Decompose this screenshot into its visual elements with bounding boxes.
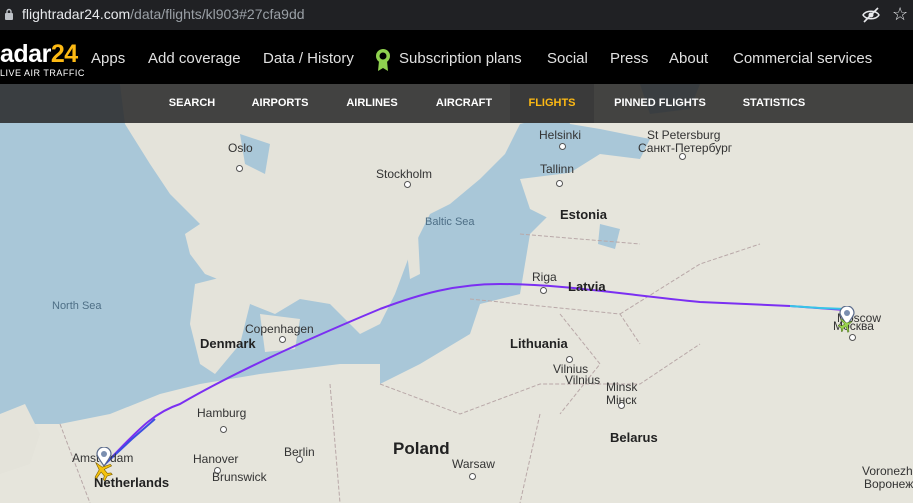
label-minsk: Minsk bbox=[606, 380, 638, 394]
nav-social[interactable]: Social bbox=[547, 50, 588, 67]
logo-text: adar bbox=[0, 40, 51, 68]
label-stockholm: Stockholm bbox=[376, 167, 433, 181]
nav-about[interactable]: About bbox=[669, 50, 708, 67]
label-baltic-sea: Baltic Sea bbox=[425, 216, 475, 228]
label-helsinki: Helsinki bbox=[539, 128, 582, 142]
nav-apps[interactable]: Apps bbox=[91, 50, 125, 67]
url-path: /data/flights/kl903#27cfa9dd bbox=[130, 6, 305, 22]
nav-subscription-plans[interactable]: Subscription plans bbox=[399, 50, 522, 67]
nav-add-coverage[interactable]: Add coverage bbox=[148, 50, 241, 67]
label-belarus: Belarus bbox=[610, 430, 658, 445]
subscription-award-icon bbox=[376, 49, 390, 71]
label-st-petersburg: St Petersburg bbox=[647, 128, 721, 142]
city-dot-hamburg bbox=[220, 426, 227, 433]
secondary-navigation-bar: SEARCH AIRPORTS AIRLINES AIRCRAFT FLIGHT… bbox=[0, 84, 913, 123]
label-hanover: Hanover bbox=[193, 452, 239, 466]
label-berlin: Berlin bbox=[284, 445, 315, 459]
city-dot-oslo bbox=[236, 165, 243, 172]
city-dot-helsinki bbox=[559, 143, 566, 150]
label-riga: Riga bbox=[532, 270, 557, 284]
flightradar24-logo[interactable]: adar24 bbox=[0, 40, 78, 68]
city-dot-stockholm bbox=[404, 181, 411, 188]
subnav-airlines[interactable]: AIRLINES bbox=[334, 84, 410, 123]
nav-press[interactable]: Press bbox=[610, 50, 648, 67]
label-lithuania: Lithuania bbox=[510, 336, 568, 351]
nav-data-history[interactable]: Data / History bbox=[263, 50, 354, 67]
city-dot-riga bbox=[540, 287, 547, 294]
label-voronezh-ru: Воронеж bbox=[864, 477, 913, 491]
label-estonia: Estonia bbox=[560, 207, 607, 222]
subnav-search[interactable]: SEARCH bbox=[156, 84, 228, 123]
label-denmark: Denmark bbox=[200, 336, 256, 351]
label-hamburg: Hamburg bbox=[197, 406, 247, 420]
city-dot-warsaw bbox=[469, 473, 476, 480]
label-vilnius-alt: Vilnius bbox=[565, 373, 601, 387]
subnav-pinned-flights[interactable]: PINNED FLIGHTS bbox=[604, 84, 716, 123]
label-brunswick: Brunswick bbox=[212, 470, 267, 484]
logo-tagline: LIVE AIR TRAFFIC bbox=[0, 68, 85, 78]
label-st-petersburg-ru: Санкт-Петербург bbox=[638, 141, 733, 155]
city-dot-tallinn bbox=[556, 180, 563, 187]
url-text[interactable]: flightradar24.com/data/flights/kl903#27c… bbox=[22, 6, 305, 22]
label-latvia: Latvia bbox=[568, 279, 606, 294]
nav-commercial-services[interactable]: Commercial services bbox=[733, 50, 872, 67]
flight-map[interactable]: Helsinki St Petersburg Санкт-Петербург O… bbox=[0, 84, 913, 503]
label-poland: Poland bbox=[393, 439, 450, 458]
destination-aircraft-icon[interactable] bbox=[838, 317, 854, 333]
main-navigation-bar: adar24 LIVE AIR TRAFFIC Apps Add coverag… bbox=[0, 30, 913, 84]
subnav-airports[interactable]: AIRPORTS bbox=[240, 84, 320, 123]
bookmark-star-icon[interactable]: ☆ bbox=[892, 5, 908, 23]
map-canvas[interactable] bbox=[0, 84, 913, 503]
label-voronezh: Voronezh bbox=[862, 464, 913, 478]
browser-window: flightradar24.com/data/flights/kl903#27c… bbox=[0, 0, 913, 503]
subnav-statistics[interactable]: STATISTICS bbox=[730, 84, 818, 123]
label-tallinn: Tallinn bbox=[540, 162, 575, 176]
label-north-sea: North Sea bbox=[52, 300, 102, 312]
lock-icon bbox=[5, 8, 13, 20]
label-oslo: Oslo bbox=[228, 141, 253, 155]
label-warsaw: Warsaw bbox=[452, 457, 495, 471]
label-copenhagen: Copenhagen bbox=[245, 322, 314, 336]
logo-number: 24 bbox=[50, 40, 78, 68]
subnav-aircraft[interactable]: AIRCRAFT bbox=[424, 84, 504, 123]
tracking-blocked-eye-icon[interactable] bbox=[862, 7, 880, 23]
browser-address-bar[interactable]: flightradar24.com/data/flights/kl903#27c… bbox=[0, 0, 913, 30]
subnav-flights[interactable]: FLIGHTS bbox=[510, 84, 594, 123]
city-dot-copenhagen bbox=[279, 336, 286, 343]
origin-aircraft-icon[interactable] bbox=[91, 459, 113, 481]
url-host: flightradar24.com bbox=[22, 6, 131, 22]
label-minsk-ru: Мінск bbox=[606, 393, 637, 407]
city-dot-moscow bbox=[849, 334, 856, 341]
